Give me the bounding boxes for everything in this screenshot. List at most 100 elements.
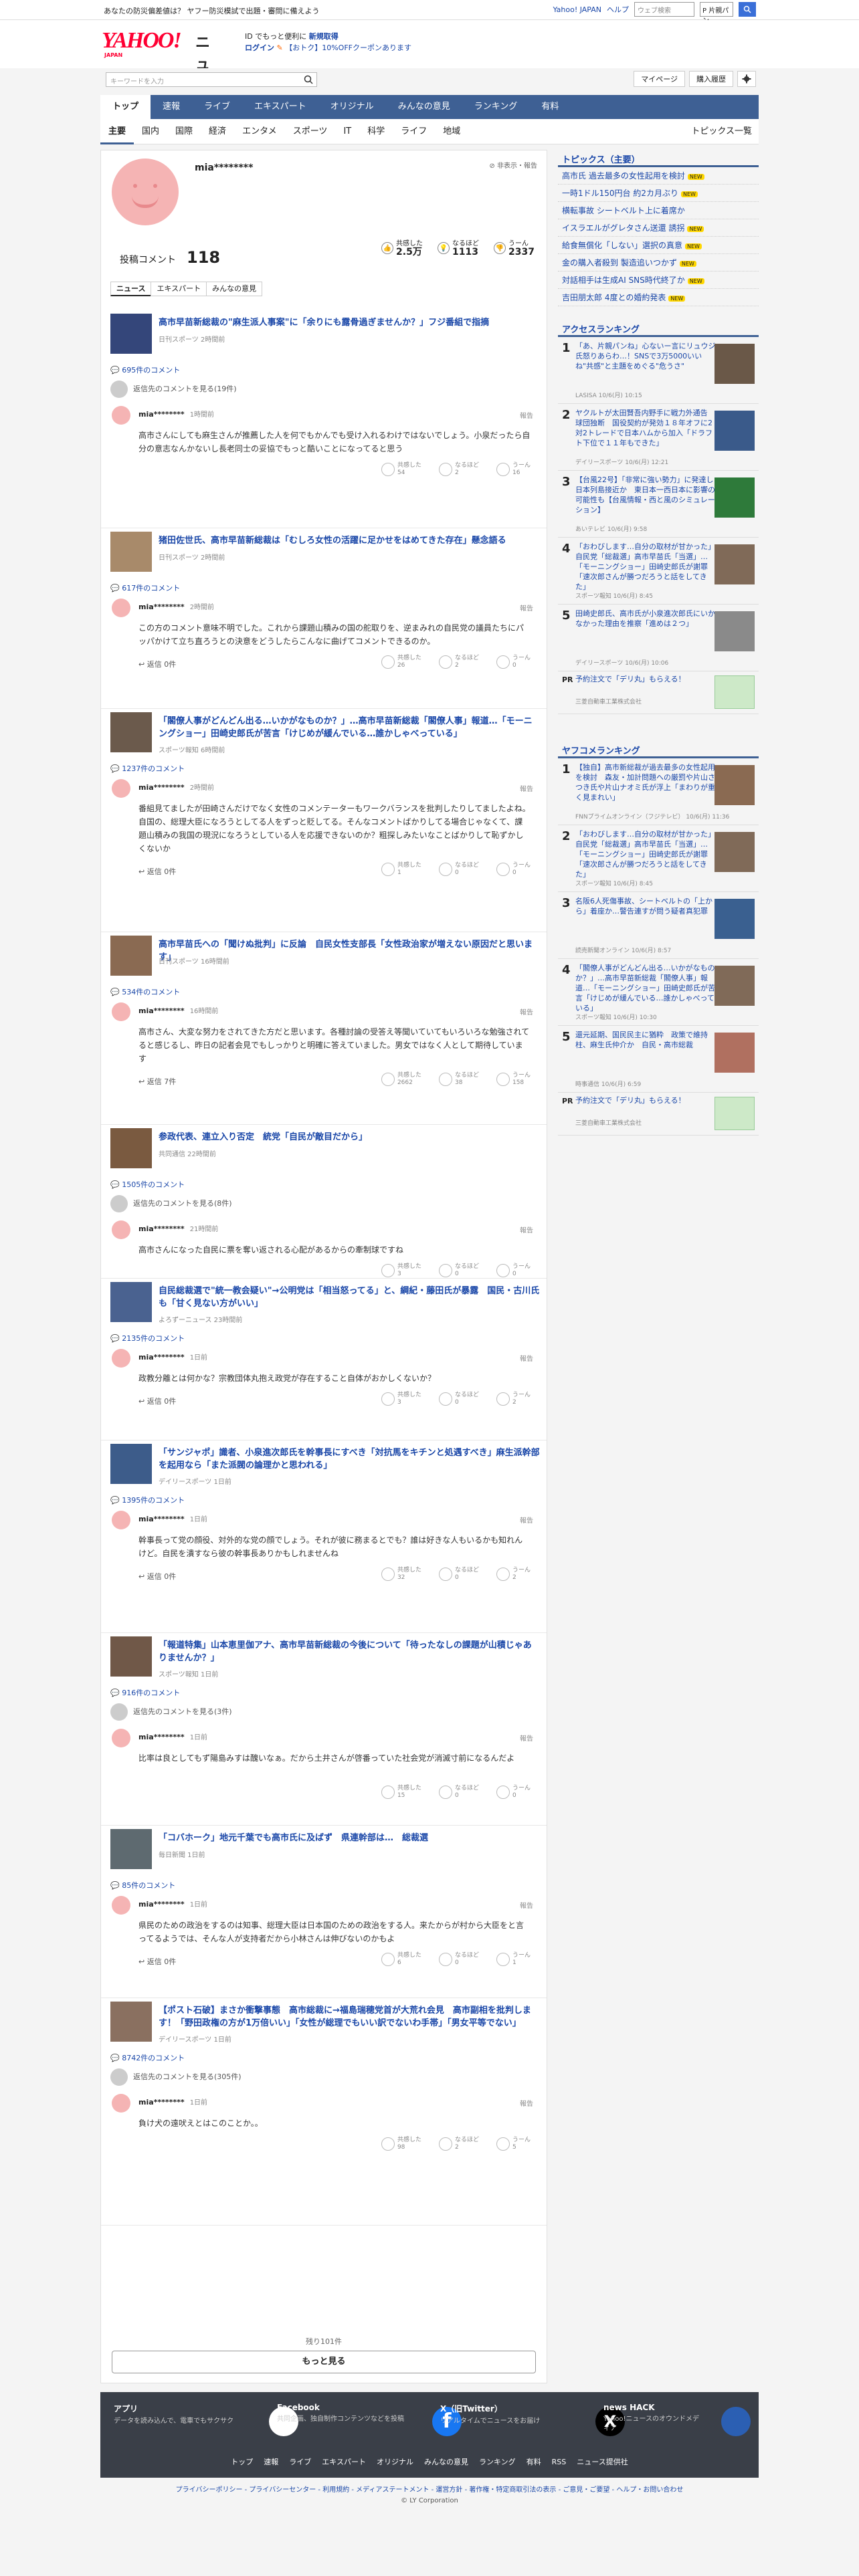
article-thumbnail[interactable]: [110, 1282, 152, 1322]
vote-button[interactable]: なるほど 2: [438, 655, 479, 669]
vote-button[interactable]: なるほど 2: [438, 462, 479, 477]
vote-button[interactable]: うーん 158: [496, 1072, 531, 1087]
footer-link[interactable]: オリジナル: [377, 2458, 413, 2466]
report-link[interactable]: 報告: [520, 2098, 533, 2108]
more-button[interactable]: もっと見る: [112, 2351, 536, 2373]
article-thumbnail[interactable]: [110, 1444, 152, 1484]
subnav-item[interactable]: 主要: [100, 119, 134, 144]
comment-count-link[interactable]: 💬 695件のコメント: [110, 364, 180, 375]
vote-button[interactable]: 共感した 3: [381, 1263, 421, 1278]
register-link[interactable]: 新規取得: [309, 32, 339, 41]
nav-item[interactable]: ランキング: [462, 95, 530, 119]
reply-target-link[interactable]: 返信先のコメントを見る(3件): [110, 1703, 232, 1721]
report-link[interactable]: 報告: [520, 1733, 533, 1743]
comment-count-link[interactable]: 💬 1237件のコメント: [110, 763, 185, 774]
report-link[interactable]: 報告: [520, 783, 533, 793]
replies-link[interactable]: ↩ 返信 0件: [138, 1571, 176, 1582]
vote-button[interactable]: なるほど 0: [438, 1567, 479, 1582]
article-title[interactable]: 「サンジャポ」識者、小泉進次郎氏を幹事長にすべき「対抗馬をキチンと処遇すべき」麻…: [159, 1446, 540, 1472]
subnav-item[interactable]: IT: [335, 119, 359, 144]
replies-link[interactable]: ↩ 返信 0件: [138, 1396, 176, 1406]
reply-target-link[interactable]: 返信先のコメントを見る(8件): [110, 1195, 232, 1212]
article-title[interactable]: 参政代表、連立入り否定 統党「自民が敵目だから」: [159, 1131, 540, 1144]
report-link[interactable]: 報告: [520, 1900, 533, 1910]
comment-count-link[interactable]: 💬 534件のコメント: [110, 986, 180, 997]
ranking-item[interactable]: 3 名阪6人死傷事故、シートベルトの「上から」着座か…警告連すが問う疑者真犯罪 読売…: [558, 892, 759, 959]
login-link[interactable]: ログイン: [245, 43, 274, 52]
vote-button[interactable]: なるほど 2: [438, 2137, 479, 2151]
ad-2[interactable]: PR 予約注文で「デリ丸」もらえる！ 三菱自動車工業株式会社: [558, 1093, 759, 1136]
tab-expert[interactable]: エキスパート: [151, 282, 207, 296]
article-thumbnail[interactable]: [110, 532, 152, 572]
subnav-item[interactable]: エンタメ: [234, 119, 285, 144]
report-link[interactable]: 報告: [520, 1353, 533, 1363]
reply-target-link[interactable]: 返信先のコメントを見る(305件): [110, 2068, 242, 2086]
footer-link[interactable]: ランキング: [479, 2458, 516, 2466]
keyword-search-input[interactable]: キーワードを入力: [106, 72, 317, 87]
vote-button[interactable]: なるほど 0: [438, 1263, 479, 1278]
footer-link[interactable]: ニュース提供社: [577, 2458, 628, 2466]
topic-item[interactable]: 対話相手は生成AI SNS時代終了か NEW: [558, 272, 759, 289]
nav-item[interactable]: オリジナル: [318, 95, 386, 119]
mypage-button[interactable]: マイページ: [634, 71, 685, 87]
history-button[interactable]: 購入履歴: [689, 71, 733, 87]
footer-link[interactable]: 速報: [264, 2458, 278, 2466]
subnav-item[interactable]: 経済: [201, 119, 234, 144]
nav-item[interactable]: みんなの意見: [386, 95, 462, 119]
vote-button[interactable]: うーん 1: [496, 1952, 531, 1967]
topic-item[interactable]: 給食無償化「しない」選択の真意 NEW: [558, 237, 759, 254]
subnav-item[interactable]: 国際: [167, 119, 201, 144]
report-link[interactable]: 報告: [520, 603, 533, 613]
ranking-item[interactable]: 2 ヤクルトが太田賢吾内野手に戦力外通告 球団独断 国役契約が発効１８年オフに2対…: [558, 404, 759, 471]
vote-button[interactable]: なるほど 0: [438, 1785, 479, 1800]
footer-link[interactable]: トップ: [231, 2458, 253, 2466]
vote-button[interactable]: 共感した 1: [381, 862, 421, 877]
subnav-item[interactable]: スポーツ: [285, 119, 336, 144]
vote-button[interactable]: 共感した 3: [381, 1392, 421, 1406]
reply-target-link[interactable]: 返信先のコメントを見る(19件): [110, 381, 237, 398]
report-link[interactable]: 報告: [520, 1224, 533, 1235]
ranking-item[interactable]: 1 「あ、片親パンね」心ないー言にリュウジ氏怒りあらわ…！SNSで3万5000いい…: [558, 337, 759, 404]
coupon-link[interactable]: 【おトク】10%OFFクーポンあります: [285, 43, 411, 52]
nav-item[interactable]: エキスパート: [242, 95, 318, 119]
vote-button[interactable]: なるほど 0: [438, 1392, 479, 1406]
yahoo-japan-link[interactable]: Yahoo! JAPAN: [553, 5, 601, 14]
replies-link[interactable]: ↩ 返信 0件: [138, 1956, 176, 1967]
vote-button[interactable]: 共感した 15: [381, 1785, 421, 1800]
ranking-item[interactable]: 3 【台風22号】「非常に強い勢力」に発達し日本列島接近か 東日本一西日本に影響の…: [558, 471, 759, 538]
footer-link[interactable]: みんなの意見: [424, 2458, 468, 2466]
subnav-item[interactable]: ライフ: [393, 119, 435, 144]
article-thumbnail[interactable]: [110, 2002, 152, 2042]
comment-count-link[interactable]: 💬 1395件のコメント: [110, 1495, 185, 1505]
article-title[interactable]: 「コバホーク」地元千葉でも高市氏に及ばず 県連幹部は… 総裁選: [159, 1832, 540, 1844]
topics-list-link[interactable]: トピックス一覧: [691, 119, 752, 144]
article-thumbnail[interactable]: [110, 712, 152, 752]
search-button[interactable]: [739, 2, 756, 17]
tab-opinions[interactable]: みんなの意見: [206, 282, 263, 296]
nav-item[interactable]: 速報: [151, 95, 192, 119]
article-thumbnail[interactable]: [110, 936, 152, 976]
tab-news[interactable]: ニュース: [110, 282, 152, 296]
article-title[interactable]: 猪田佐世氏、高市早苗新総裁は「むしろ女性の活躍に足かせをはめてきた存在」懸念語る: [159, 534, 540, 547]
replies-link[interactable]: ↩ 返信 7件: [138, 1076, 176, 1087]
article-title[interactable]: 「閣僚人事がどんどん出る…いかがなものか？」…高市早苗新総裁「閣僚人事」報道…「…: [159, 715, 540, 740]
topic-item[interactable]: 吉田朋太郎 4度との婚約発表 NEW: [558, 289, 759, 306]
article-title[interactable]: 【ポスト石破】まさか衝撃事態 高市総裁に→福島瑞穂党首が大荒れ会見 高市副相を批…: [159, 2004, 540, 2030]
search-select[interactable]: P 片親パン: [700, 2, 733, 25]
vote-button[interactable]: 共感した 98: [381, 2137, 421, 2151]
subnav-item[interactable]: 国内: [134, 119, 167, 144]
vote-button[interactable]: うーん 0: [496, 1263, 531, 1278]
ranking-item[interactable]: 4 「おわびします…自分の取材が甘かった」自民党「総裁選」高市早苗氏「当選」…「モ…: [558, 538, 759, 605]
vote-button[interactable]: うーん 2: [496, 1392, 531, 1406]
article-thumbnail[interactable]: [110, 1128, 152, 1168]
comment-count-link[interactable]: 💬 916件のコメント: [110, 1687, 180, 1698]
article-thumbnail[interactable]: [110, 314, 152, 354]
article-thumbnail[interactable]: [110, 1829, 152, 1869]
vote-button[interactable]: なるほど 0: [438, 862, 479, 877]
article-thumbnail[interactable]: [110, 1636, 152, 1677]
report-link[interactable]: 報告: [520, 1006, 533, 1016]
footer-link[interactable]: エキスパート: [322, 2458, 366, 2466]
search-icon[interactable]: [303, 74, 314, 85]
yahoo-news-logo[interactable]: YAHOO! JAPAN ニュース: [102, 28, 210, 116]
vote-button[interactable]: 共感した 32: [381, 1567, 421, 1582]
